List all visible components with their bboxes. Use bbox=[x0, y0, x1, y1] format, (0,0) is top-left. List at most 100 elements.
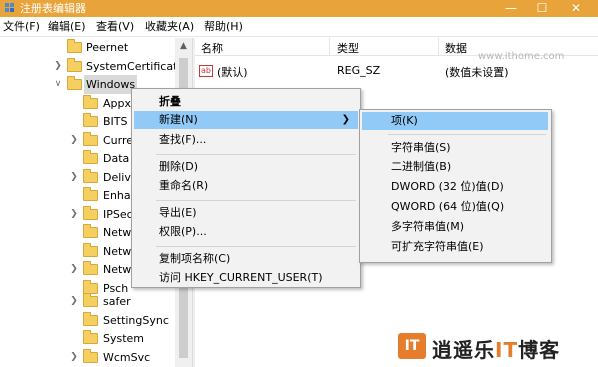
folder-icon bbox=[83, 95, 98, 109]
menu-item-collapse[interactable]: 折叠 bbox=[134, 93, 358, 111]
chevron-right-icon[interactable]: ❯ bbox=[69, 205, 79, 224]
site-watermark: www.ithome.com bbox=[478, 51, 565, 62]
menu-item-find[interactable]: 查找(F)... bbox=[134, 131, 358, 149]
chevron-right-icon[interactable]: ❯ bbox=[53, 57, 63, 76]
new-submenu: 项(K) 字符串值(S) 二进制值(B) DWORD (32 位)值(D) QW… bbox=[359, 109, 552, 263]
chevron-right-icon[interactable]: ❯ bbox=[69, 348, 79, 367]
menu-item-label: 二进制值(B) bbox=[391, 160, 452, 173]
menu-item-delete[interactable]: 删除(D) bbox=[134, 158, 358, 176]
column-divider[interactable] bbox=[329, 38, 330, 56]
menu-item-rename[interactable]: 重命名(R) bbox=[134, 177, 358, 195]
submenu-item-expandable-string[interactable]: 可扩充字符串值(E) bbox=[362, 238, 548, 256]
folder-icon bbox=[83, 224, 98, 238]
menu-item-label: 可扩充字符串值(E) bbox=[391, 240, 484, 253]
title-bar: 注册表编辑器 — ☐ ✕ bbox=[0, 0, 598, 17]
menu-item-label: 新建(N) bbox=[159, 113, 198, 126]
tree-item-label: BITS bbox=[103, 115, 128, 128]
value-data: (数值未设置) bbox=[445, 66, 509, 79]
menu-favorites[interactable]: 收藏夹(A) bbox=[145, 20, 194, 34]
maximize-button[interactable]: ☐ bbox=[527, 0, 557, 17]
menu-item-new[interactable]: 新建(N) ❯ bbox=[134, 111, 358, 129]
menu-separator bbox=[156, 246, 356, 247]
menu-item-copy-key-name[interactable]: 复制项名称(C) bbox=[134, 250, 358, 268]
chevron-right-icon[interactable]: ❯ bbox=[69, 260, 79, 279]
submenu-item-key[interactable]: 项(K) bbox=[362, 112, 548, 130]
folder-icon bbox=[83, 187, 98, 201]
tree-item-label: Appx bbox=[103, 97, 131, 110]
menu-file[interactable]: 文件(F) bbox=[3, 20, 40, 34]
menu-separator bbox=[156, 200, 356, 201]
menu-item-export[interactable]: 导出(E) bbox=[134, 204, 358, 222]
table-row[interactable]: ab (默认) REG_SZ (数值未设置) bbox=[195, 62, 598, 80]
submenu-arrow-icon: ❯ bbox=[341, 114, 350, 125]
tree-item-label: Netw bbox=[103, 226, 132, 239]
folder-icon bbox=[83, 312, 98, 326]
column-type[interactable]: 类型 bbox=[337, 40, 359, 56]
chevron-right-icon[interactable]: ❯ bbox=[69, 131, 79, 150]
folder-icon bbox=[83, 169, 98, 183]
folder-icon bbox=[67, 76, 82, 90]
column-name[interactable]: 名称 bbox=[201, 40, 223, 56]
tree-item-label: Enha bbox=[103, 189, 131, 202]
menu-separator bbox=[388, 134, 546, 135]
minimize-button[interactable]: — bbox=[496, 0, 526, 17]
blog-logo: IT 逍遥乐IT博客 bbox=[398, 330, 598, 364]
submenu-item-dword[interactable]: DWORD (32 位)值(D) bbox=[362, 178, 548, 196]
menu-separator bbox=[156, 154, 356, 155]
logo-text: 逍遥乐IT博客 bbox=[432, 334, 560, 363]
tree-item-label: WcmSvc bbox=[103, 351, 151, 364]
folder-icon bbox=[83, 243, 98, 257]
menu-item-label: QWORD (64 位)值(Q) bbox=[391, 200, 505, 213]
scroll-up-icon[interactable]: ▲ bbox=[175, 38, 192, 54]
submenu-item-multi-string[interactable]: 多字符串值(M) bbox=[362, 218, 548, 236]
regedit-app-icon bbox=[5, 3, 14, 12]
logo-text-prefix: 逍遥乐 bbox=[432, 338, 495, 362]
submenu-item-qword[interactable]: QWORD (64 位)值(Q) bbox=[362, 198, 548, 216]
menu-item-label: 查找(F)... bbox=[159, 133, 207, 146]
submenu-item-string[interactable]: 字符串值(S) bbox=[362, 139, 548, 157]
menu-item-label: 项(K) bbox=[391, 114, 418, 127]
tree-item-label: IPSec bbox=[103, 208, 133, 221]
menu-item-label: 访问 HKEY_CURRENT_USER(T) bbox=[159, 271, 323, 284]
menu-item-label: 权限(P)... bbox=[159, 225, 207, 238]
menu-edit[interactable]: 编辑(E) bbox=[48, 20, 86, 34]
menu-item-label: 折叠 bbox=[159, 95, 181, 108]
tree-item-label: SettingSync bbox=[103, 314, 169, 327]
folder-icon bbox=[83, 330, 98, 344]
tree-item-label: Peernet bbox=[86, 41, 129, 54]
close-button[interactable]: ✕ bbox=[561, 0, 591, 17]
column-divider[interactable] bbox=[438, 38, 439, 56]
folder-icon bbox=[83, 113, 98, 127]
value-name: (默认) bbox=[217, 66, 248, 79]
tree-item-label: safer bbox=[103, 295, 131, 308]
folder-icon bbox=[83, 293, 98, 307]
folder-icon bbox=[67, 58, 82, 72]
logo-text-it: IT bbox=[495, 338, 519, 362]
menu-bar: 文件(F) 编辑(E) 查看(V) 收藏夹(A) 帮助(H) bbox=[0, 17, 598, 37]
menu-item-label: 字符串值(S) bbox=[391, 141, 451, 154]
column-data[interactable]: 数据 bbox=[445, 40, 467, 56]
tree-item-label: System bbox=[103, 332, 145, 345]
menu-item-label: 导出(E) bbox=[159, 206, 197, 219]
menu-help[interactable]: 帮助(H) bbox=[204, 20, 243, 34]
tree-item-label: Netw bbox=[103, 263, 132, 276]
menu-item-label: 删除(D) bbox=[159, 160, 199, 173]
menu-item-goto-hkcu[interactable]: 访问 HKEY_CURRENT_USER(T) bbox=[134, 269, 358, 287]
tree-item-label: Netw bbox=[103, 245, 132, 258]
chevron-right-icon[interactable]: ❯ bbox=[69, 292, 79, 311]
menu-item-permissions[interactable]: 权限(P)... bbox=[134, 223, 358, 241]
tree-item-label: SystemCertificate bbox=[86, 60, 185, 73]
chevron-right-icon[interactable]: ❯ bbox=[69, 168, 79, 187]
folder-icon bbox=[83, 132, 98, 146]
tree-item-label: Windows bbox=[84, 75, 138, 94]
string-value-icon: ab bbox=[199, 65, 213, 77]
logo-mark: IT bbox=[398, 333, 426, 359]
folder-icon bbox=[83, 349, 98, 363]
menu-item-label: 多字符串值(M) bbox=[391, 220, 465, 233]
window-title: 注册表编辑器 bbox=[20, 2, 86, 15]
tree-item-label: Curre bbox=[103, 134, 134, 147]
submenu-item-binary[interactable]: 二进制值(B) bbox=[362, 158, 548, 176]
menu-view[interactable]: 查看(V) bbox=[96, 20, 134, 34]
chevron-down-icon[interactable]: ∨ bbox=[53, 75, 63, 94]
menu-item-label: 复制项名称(C) bbox=[159, 252, 231, 265]
